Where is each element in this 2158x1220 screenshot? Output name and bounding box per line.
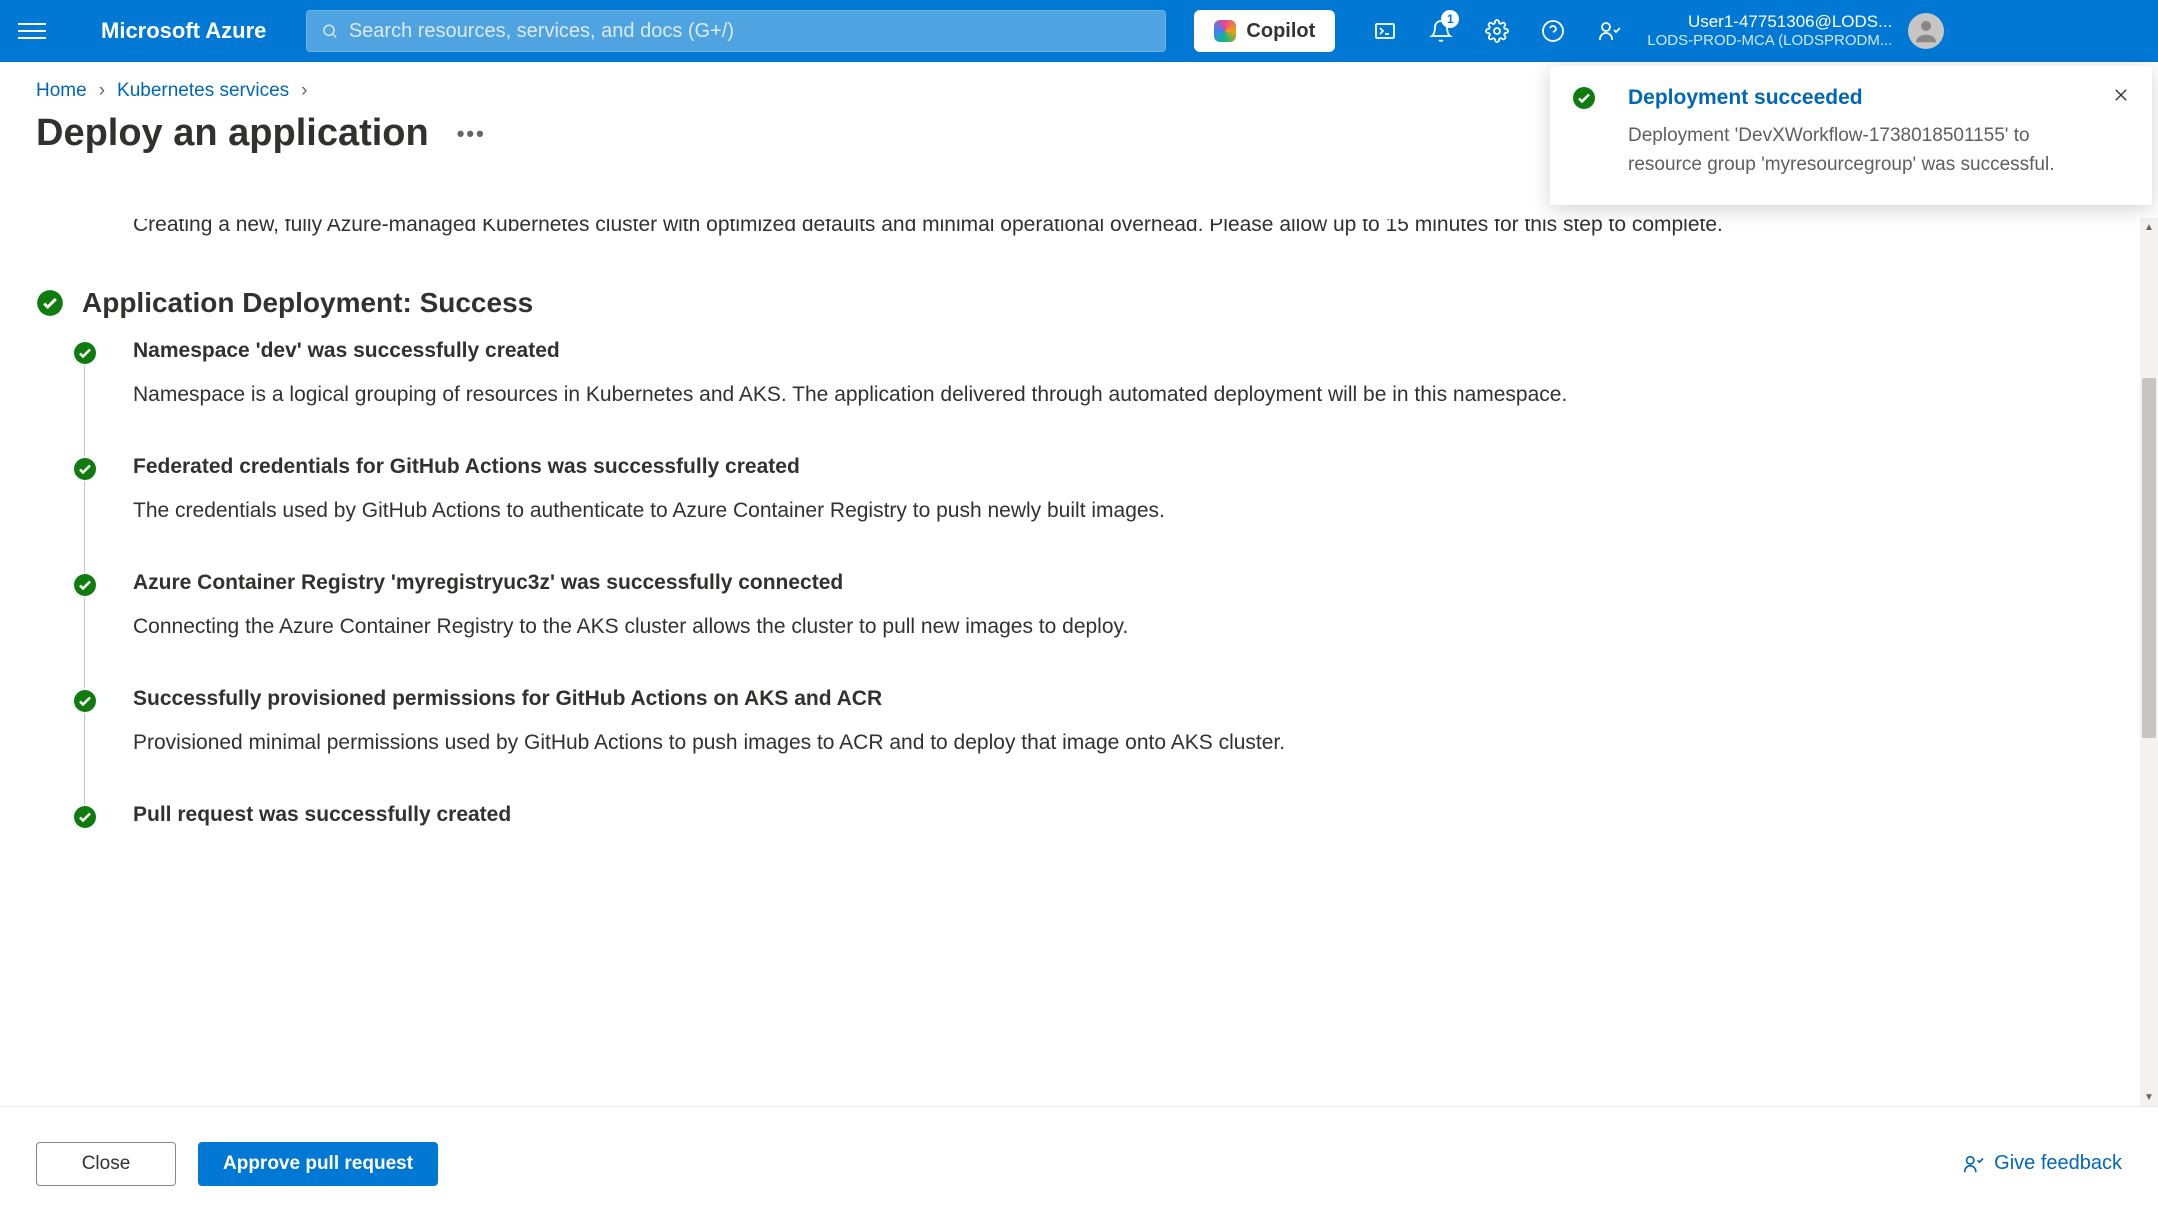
- step-desc: Creating a new, fully Azure-managed Kube…: [133, 218, 2122, 237]
- copilot-label: Copilot: [1246, 20, 1315, 43]
- step-acr-connected: Azure Container Registry 'myregistryuc3z…: [133, 571, 2122, 639]
- check-icon: [1572, 86, 1596, 110]
- hamburger-menu[interactable]: [18, 23, 46, 39]
- vertical-scrollbar[interactable]: ▲ ▼: [2140, 218, 2158, 1106]
- step-desc: Namespace is a logical grouping of resou…: [133, 383, 2122, 407]
- user-block[interactable]: User1-47751306@LODS... LODS-PROD-MCA (LO…: [1647, 12, 1892, 50]
- step-desc: The credentials used by GitHub Actions t…: [133, 499, 2122, 523]
- check-icon: [73, 689, 97, 713]
- user-tenant: LODS-PROD-MCA (LODSPRODM...: [1647, 32, 1892, 50]
- toast-title[interactable]: Deployment succeeded: [1628, 86, 2092, 110]
- step-desc: Connecting the Azure Container Registry …: [133, 615, 2122, 639]
- give-feedback-label: Give feedback: [1994, 1152, 2122, 1175]
- check-icon: [36, 289, 64, 317]
- approve-pull-request-button[interactable]: Approve pull request: [198, 1142, 438, 1186]
- notifications-icon[interactable]: 1: [1413, 0, 1469, 62]
- notification-badge: 1: [1441, 10, 1459, 28]
- avatar[interactable]: [1908, 13, 1944, 49]
- deployment-succeeded-toast: Deployment succeeded Deployment 'DevXWor…: [1550, 66, 2152, 205]
- help-icon[interactable]: [1525, 0, 1581, 62]
- feedback-icon[interactable]: [1581, 0, 1637, 62]
- scroll-down-icon[interactable]: ▼: [2140, 1088, 2158, 1106]
- step-title: Pull request was successfully created: [133, 803, 2122, 827]
- section-title: Application Deployment: Success: [82, 287, 533, 319]
- check-icon: [73, 805, 97, 829]
- cloud-shell-icon[interactable]: [1357, 0, 1413, 62]
- step-group: Namespace 'dev' was successfully created…: [84, 339, 2122, 827]
- footer-bar: Close Approve pull request Give feedback: [0, 1106, 2158, 1220]
- breadcrumb-kubernetes-services[interactable]: Kubernetes services: [117, 80, 289, 102]
- chevron-right-icon: ›: [301, 80, 307, 102]
- check-icon: [73, 457, 97, 481]
- feedback-person-icon: [1962, 1153, 1984, 1175]
- user-name: User1-47751306@LODS...: [1647, 12, 1892, 32]
- chevron-right-icon: ›: [99, 80, 105, 102]
- scroll-thumb[interactable]: [2142, 378, 2156, 738]
- step-title: Successfully provisioned permissions for…: [133, 687, 2122, 711]
- brand-logo[interactable]: Microsoft Azure: [101, 18, 266, 44]
- copilot-icon: [1214, 20, 1236, 42]
- give-feedback-link[interactable]: Give feedback: [1962, 1152, 2122, 1175]
- step-permissions: Successfully provisioned permissions for…: [133, 687, 2122, 755]
- close-button[interactable]: Close: [36, 1142, 176, 1186]
- step-federated-credentials: Federated credentials for GitHub Actions…: [133, 455, 2122, 523]
- settings-icon[interactable]: [1469, 0, 1525, 62]
- breadcrumb-home[interactable]: Home: [36, 80, 87, 102]
- toast-body: Deployment 'DevXWorkflow-1738018501155' …: [1628, 122, 2092, 179]
- close-icon: [2112, 86, 2130, 104]
- more-actions-icon[interactable]: •••: [457, 121, 486, 147]
- step-title: Federated credentials for GitHub Actions…: [133, 455, 2122, 479]
- step-desc: Provisioned minimal permissions used by …: [133, 731, 2122, 755]
- top-bar: Microsoft Azure Copilot 1 User1-47751306…: [0, 0, 2158, 62]
- step-cluster-created: AKS Automatic cluster 'myakscluster' was…: [133, 218, 2122, 237]
- step-namespace: Namespace 'dev' was successfully created…: [133, 339, 2122, 407]
- step-title: Azure Container Registry 'myregistryuc3z…: [133, 571, 2122, 595]
- check-icon: [73, 573, 97, 597]
- topbar-icons: 1: [1357, 0, 1637, 62]
- search-icon: [321, 22, 338, 40]
- content-scroll: AKS Automatic cluster 'myakscluster' was…: [0, 218, 2158, 1106]
- step-title: Namespace 'dev' was successfully created: [133, 339, 2122, 363]
- search-input[interactable]: [349, 20, 1152, 43]
- global-search[interactable]: [306, 10, 1166, 52]
- section-application-deployment: Application Deployment: Success: [36, 287, 2122, 319]
- page-title: Deploy an application: [36, 112, 429, 155]
- copilot-button[interactable]: Copilot: [1194, 10, 1335, 52]
- scroll-up-icon[interactable]: ▲: [2140, 218, 2158, 236]
- step-pull-request: Pull request was successfully created: [133, 803, 2122, 827]
- toast-close-button[interactable]: [2108, 82, 2134, 108]
- check-icon: [73, 341, 97, 365]
